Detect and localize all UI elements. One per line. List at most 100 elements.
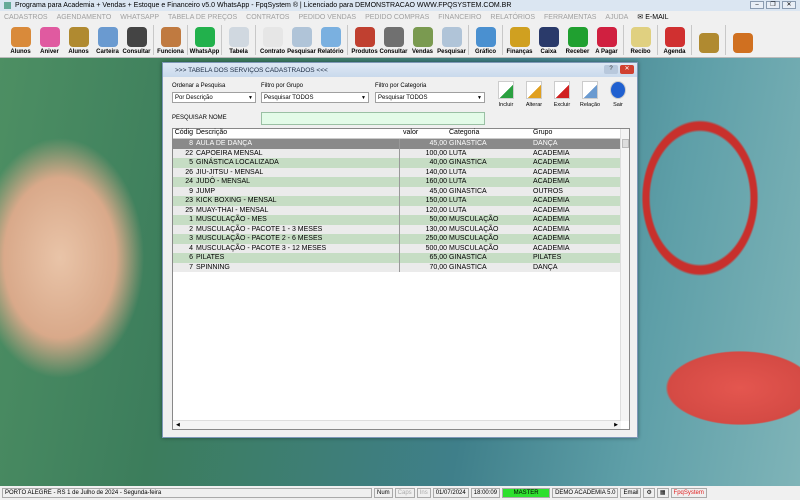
column-header-0[interactable]: Códig — [173, 129, 195, 138]
table-icon — [228, 27, 249, 47]
menu-item-relatórios[interactable]: RELATÓRIOS — [490, 14, 535, 21]
restore-button[interactable]: ❐ — [766, 1, 780, 9]
table-row[interactable]: 6 PILATES 65,00 GINASTICA PILATES — [173, 253, 629, 263]
action-alterar[interactable]: Alterar — [521, 81, 547, 108]
table-row[interactable]: 5 GINÁSTICA LOCALIZADA 40,00 GINASTICA ACADE… — [173, 158, 629, 168]
table-header: Códig Descrição valor Categoria Grupo — [173, 129, 629, 139]
toolbar-button-alunos[interactable]: Alunos — [64, 23, 93, 57]
settings-icon[interactable]: ⚙ — [643, 488, 655, 498]
scroll-left-icon[interactable]: ◀ — [176, 422, 180, 428]
toolbar-button-recibo[interactable]: Recibo — [626, 23, 655, 57]
order-select[interactable]: Por Descrição ▼ — [172, 92, 256, 103]
chart-icon — [475, 27, 496, 47]
horizontal-scrollbar[interactable]: ◀ ▶ — [173, 420, 621, 429]
column-header-4[interactable]: Grupo — [532, 129, 620, 138]
scroll-right-icon[interactable]: ▶ — [614, 422, 618, 428]
toolbar-button-relatório[interactable]: Relatório — [316, 23, 345, 57]
table-row[interactable]: 9 JUMP 45,00 GINASTICA OUTROS — [173, 186, 629, 196]
toolbar-button-pesquisar[interactable]: Pesquisar — [287, 23, 316, 57]
menu-item-pedido-vendas[interactable]: PEDIDO VENDAS — [298, 14, 356, 21]
toolbar-button-alunos[interactable]: Alunos — [6, 23, 35, 57]
toolbar-button-tabela[interactable]: Tabela — [224, 23, 253, 57]
table-cell: 50,00 — [429, 216, 447, 223]
action-excluir[interactable]: Excluir — [549, 81, 575, 108]
table-cell: 130,00 — [425, 225, 447, 233]
table-row[interactable]: 3 MUSCULAÇÃO - PACOTE 2 - 6 MESES 250,00 MU… — [173, 234, 629, 244]
action-label: Alterar — [525, 102, 543, 108]
table-cell: GINASTICA — [449, 263, 487, 271]
table-cell: ACADEMIA — [533, 149, 570, 157]
whatsapp-icon — [194, 27, 215, 47]
num-lock: Num — [374, 488, 393, 498]
column-header-3[interactable]: Categoria — [448, 129, 532, 138]
table-cell: SPINNING — [195, 262, 400, 272]
table-row[interactable]: 8 AULA DE DANÇA 45,00 GINASTICA DANÇA — [173, 139, 629, 149]
toolbar-button-gráfico[interactable]: Gráfico — [471, 23, 500, 57]
calculator-icon[interactable]: ▦ — [656, 488, 669, 498]
vertical-scrollbar[interactable] — [620, 129, 629, 421]
toolbar-button-aniver[interactable]: Aniver — [35, 23, 64, 57]
toolbar-label: Finanças — [506, 49, 533, 55]
menu-item-ajuda[interactable]: AJUDA — [605, 14, 628, 21]
toolbar-button-pesquisar[interactable]: Pesquisar — [437, 23, 466, 57]
scroll-thumb[interactable] — [622, 139, 629, 148]
toolbar-button-carteira[interactable]: Carteira — [93, 23, 122, 57]
column-header-2[interactable]: valor — [400, 129, 448, 138]
toolbar-button-caixa[interactable]: Caixa — [534, 23, 563, 57]
toolbar-button-consultar[interactable]: Consultar — [379, 23, 408, 57]
help-button[interactable]: ? — [604, 65, 618, 74]
action-relação[interactable]: Relação — [577, 81, 603, 108]
table-cell: GINÁSTICA LOCALIZADA — [195, 158, 400, 168]
toolbar-button-consultar[interactable]: Consultar — [122, 23, 151, 57]
toolbar-button-vendas[interactable]: Vendas — [408, 23, 437, 57]
table-cell: MUSCULAÇÃO — [449, 244, 499, 252]
table-row[interactable]: 2 MUSCULAÇÃO - PACOTE 1 - 3 MESES 130,00 MU… — [173, 224, 629, 234]
toolbar-button-exit-door[interactable] — [728, 23, 757, 57]
toolbar-button-finanças[interactable]: Finanças — [505, 23, 534, 57]
menu-item-agendamento[interactable]: AGENDAMENTO — [57, 14, 112, 21]
table-cell: LUTA — [449, 178, 467, 185]
group-filter-value: Pesquisar TODOS — [264, 94, 314, 101]
toolbar-button-agenda[interactable]: Agenda — [660, 23, 689, 57]
table-row[interactable]: 23 KICK BOXING - MENSAL 150,00 LUTA ACADEMIA — [173, 196, 629, 206]
table-row[interactable]: 26 JIU-JITSU - MENSAL 140,00 LUTA ACADEMIA — [173, 167, 629, 177]
table-row[interactable]: 1 MUSCULAÇÃO - MES 50,00 MUSCULAÇÃO ACADEMIA — [173, 215, 629, 225]
search-name-input[interactable] — [261, 112, 485, 125]
toolbar-label: Consultar — [379, 49, 408, 55]
toolbar-button-produtos[interactable]: Produtos — [350, 23, 379, 57]
table-cell: MUSCULAÇÃO — [449, 235, 499, 242]
table-cell: LUTA — [449, 197, 467, 204]
menu-item-financeiro[interactable]: FINANCEIRO — [438, 14, 481, 21]
table-cell: 8 — [189, 140, 193, 147]
menu-item-ferramentas[interactable]: FERRAMENTAS — [544, 14, 596, 21]
services-dialog: >>> TABELA DOS SERVIÇOS CADASTRADOS <<< … — [162, 62, 638, 438]
email-button[interactable]: Email — [620, 488, 642, 498]
column-header-1[interactable]: Descrição — [195, 129, 400, 138]
toolbar-button-a pagar[interactable]: A Pagar — [592, 23, 621, 57]
menu-item-whatsapp[interactable]: WHATSAPP — [120, 14, 159, 21]
toolbar-button-funciona[interactable]: Funciona — [156, 23, 185, 57]
group-filter-select[interactable]: Pesquisar TODOS ▼ — [261, 92, 369, 103]
table-row[interactable]: 7 SPINNING 70,00 GINASTICA DANÇA — [173, 262, 629, 272]
menu-item-pedido-compras[interactable]: PEDIDO COMPRAS — [365, 14, 429, 21]
group-filter-label: Filtro por Grupo — [261, 83, 304, 89]
close-button[interactable]: ✕ — [782, 1, 796, 9]
toolbar-button-whatsapp[interactable]: WhatsApp — [190, 23, 219, 57]
table-row[interactable]: 24 JUDÔ - MENSAL 160,00 LUTA ACADEMIA — [173, 177, 629, 187]
category-filter-select[interactable]: Pesquisar TODOS ▼ — [375, 92, 485, 103]
menu-item-tabela-de-preços[interactable]: TABELA DE PREÇOS — [168, 14, 237, 21]
menu-item-cadastros[interactable]: CADASTROS — [4, 14, 48, 21]
table-cell: 250,00 — [425, 235, 447, 242]
toolbar-button-coins[interactable] — [694, 23, 723, 57]
table-row[interactable]: 25 MUAY-THAI - MENSAL 120,00 LUTA ACADEMIA — [173, 205, 629, 215]
dialog-close-button[interactable]: ✕ — [620, 65, 634, 74]
toolbar-button-receber[interactable]: Receber — [563, 23, 592, 57]
minimize-button[interactable]: – — [750, 1, 764, 9]
action-sair[interactable]: Sair — [605, 81, 631, 108]
action-incluir[interactable]: Incluir — [493, 81, 519, 108]
table-row[interactable]: 4 MUSCULAÇÃO - PACOTE 3 - 12 MESES 500,00 M… — [173, 243, 629, 253]
menu-item-email[interactable]: ✉ E-MAIL — [637, 13, 668, 22]
toolbar-button-contrato[interactable]: Contrato — [258, 23, 287, 57]
table-row[interactable]: 22 CAPOEIRA MENSAL 100,00 LUTA ACADEMIA — [173, 148, 629, 158]
menu-item-contratos[interactable]: CONTRATOS — [246, 14, 289, 21]
